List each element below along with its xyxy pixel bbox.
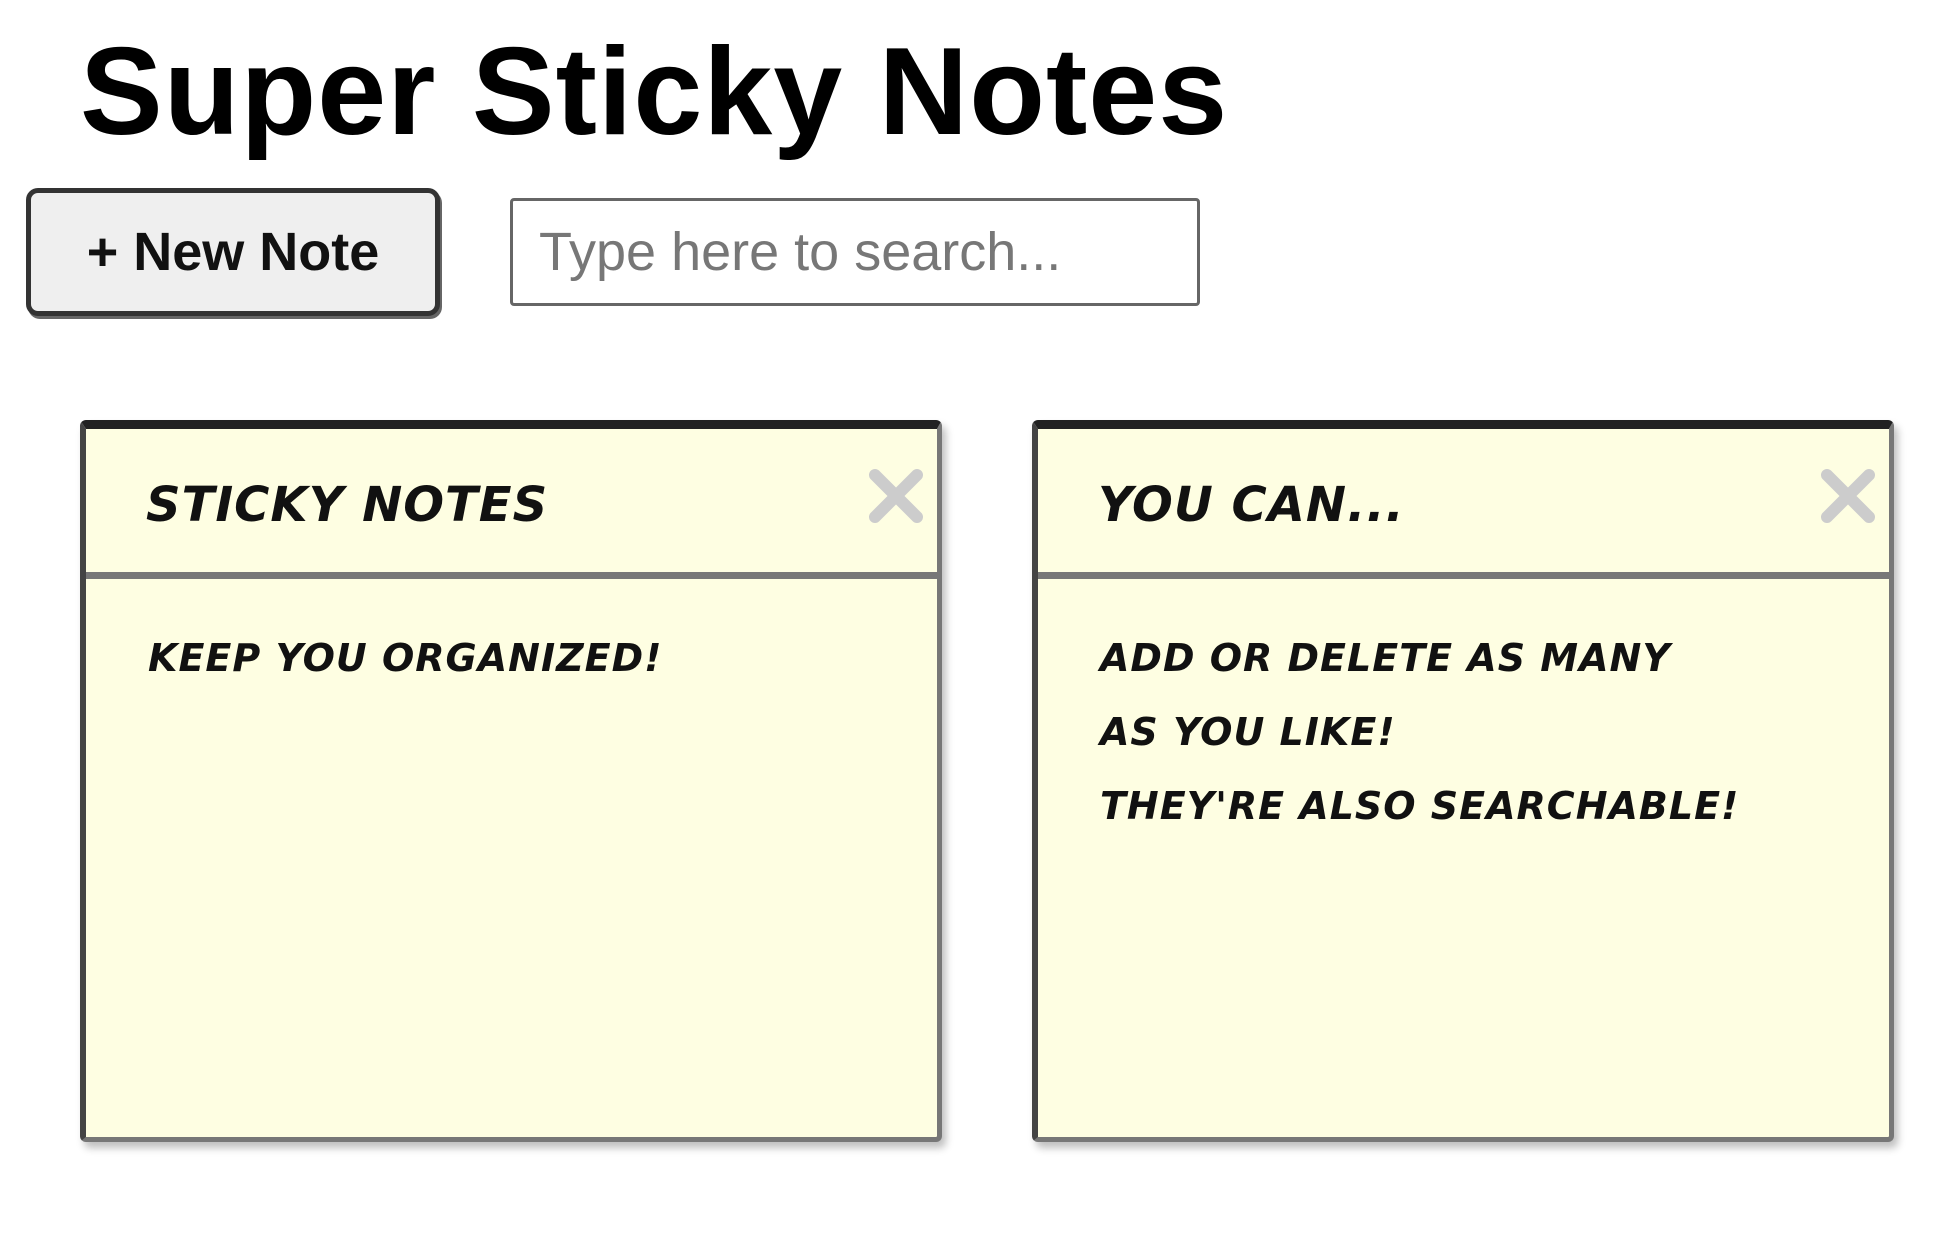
page-title: Super Sticky Notes [80, 23, 1229, 161]
close-icon-glyph [869, 469, 923, 523]
sticky-note: You can... Add or delete as many as you … [1032, 420, 1894, 1142]
note-body-line: Add or delete as many [1100, 636, 1671, 680]
note-header: You can... [1038, 429, 1889, 579]
note-body[interactable]: Keep you organized! [86, 579, 937, 695]
close-icon-glyph [1821, 469, 1875, 523]
sticky-note: Sticky notes Keep you organized! [80, 420, 942, 1142]
note-body-line: They're also searchable! [1100, 784, 1740, 828]
search-input[interactable] [510, 198, 1200, 306]
new-note-button[interactable]: + New Note [26, 188, 440, 316]
note-header: Sticky notes [86, 429, 937, 579]
close-icon[interactable] [1813, 461, 1883, 531]
note-body-line: Keep you organized! [148, 636, 663, 680]
note-body[interactable]: Add or delete as many as you like! They'… [1038, 579, 1889, 843]
note-title[interactable]: Sticky notes [146, 477, 548, 533]
note-body-line: as you like! [1100, 710, 1396, 754]
note-title[interactable]: You can... [1098, 477, 1405, 533]
close-icon[interactable] [861, 461, 931, 531]
